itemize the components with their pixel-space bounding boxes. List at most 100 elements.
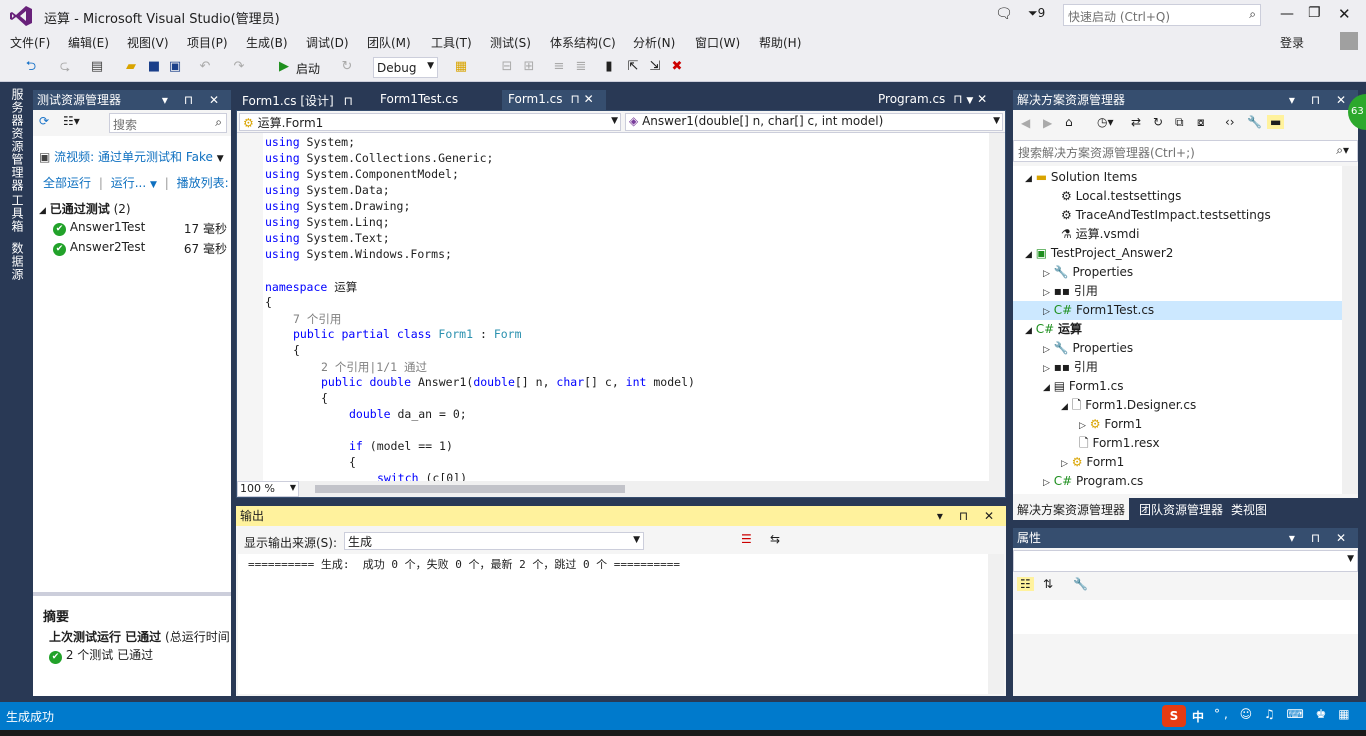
outdent-icon[interactable]: ≣	[572, 58, 590, 76]
show-all-icon[interactable]: ⧇	[1197, 115, 1205, 130]
tab-form1-active[interactable]: Form1.cs ⊓ ✕	[502, 90, 606, 110]
tab-class-view[interactable]: 类视图	[1227, 498, 1271, 520]
align-icon[interactable]: ⊟	[498, 58, 516, 76]
group-by-icon[interactable]: ☷▾	[63, 114, 80, 128]
tree-item[interactable]: ⚙ Local.testsettings	[1061, 187, 1181, 206]
menu-team[interactable]: 团队(M)	[367, 34, 411, 51]
pin-icon[interactable]: ⊓	[344, 94, 353, 108]
tab-team-explorer[interactable]: 团队资源管理器	[1135, 498, 1227, 520]
properties-object-select[interactable]: ▼	[1013, 550, 1358, 572]
tab-program[interactable]: Program.cs ⊓ ▼ ✕	[872, 90, 1004, 110]
chevron-down-icon[interactable]: ▼	[966, 96, 973, 106]
start-icon[interactable]: ▶	[275, 58, 293, 76]
align2-icon[interactable]: ⊞	[520, 58, 538, 76]
ime-logo-icon[interactable]: S	[1162, 705, 1186, 727]
notification-icon[interactable]: ⏷9	[1028, 6, 1045, 21]
pin-icon[interactable]: ⊓	[570, 92, 579, 106]
code-icon[interactable]: ‹›	[1225, 115, 1235, 129]
menu-build[interactable]: 生成(B)	[246, 34, 288, 51]
categorized-icon[interactable]: ☷	[1017, 577, 1034, 591]
refresh-icon[interactable]: ↻	[1153, 115, 1163, 129]
zoom-select[interactable]: 100 % ▼	[237, 481, 299, 497]
indent-icon[interactable]: ≡	[550, 58, 568, 76]
bookmark-next-icon[interactable]: ⇲	[646, 58, 664, 76]
save-icon[interactable]: ■	[145, 58, 163, 76]
menu-test[interactable]: 测试(S)	[490, 34, 531, 51]
ime-mode[interactable]: 中	[1192, 708, 1204, 725]
output-source-select[interactable]: 生成 ▼	[344, 532, 644, 550]
menu-edit[interactable]: 编辑(E)	[68, 34, 109, 51]
maximize-button[interactable]: ❐	[1308, 5, 1321, 21]
run-all-link[interactable]: 全部运行	[43, 176, 91, 190]
passed-group-header[interactable]: ◢ 已通过测试 (2)	[39, 200, 131, 217]
solution-search-input[interactable]: 搜索解决方案资源管理器(Ctrl+;) ⌕▾	[1013, 140, 1358, 162]
open-folder-icon[interactable]: ▰	[122, 58, 140, 76]
forward-icon[interactable]: ⮎	[56, 58, 74, 76]
codelens-references[interactable]: 7 个引用	[293, 311, 341, 327]
avatar[interactable]	[1340, 32, 1358, 50]
pin-icon[interactable]: ⊓	[953, 92, 962, 106]
start-button-label[interactable]: 启动	[296, 60, 320, 77]
output-scrollbar[interactable]	[988, 554, 1004, 694]
run-refresh-icon[interactable]: ⟳	[39, 114, 49, 128]
new-project-icon[interactable]: ▤	[88, 58, 106, 76]
code-area[interactable]: using System; using System.Collections.G…	[265, 133, 989, 481]
tab-solution-explorer[interactable]: 解决方案资源管理器	[1013, 498, 1130, 520]
menu-analyze[interactable]: 分析(N)	[633, 34, 675, 51]
undo-icon[interactable]: ↶	[196, 58, 214, 76]
menu-window[interactable]: 窗口(W)	[695, 34, 740, 51]
close-icon[interactable]: ✕	[584, 92, 594, 106]
toolbox-tab[interactable]: 工具箱	[6, 194, 26, 233]
redo-icon[interactable]: ↷	[230, 58, 248, 76]
menu-project[interactable]: 项目(P)	[187, 34, 228, 51]
tree-item[interactable]: ⚗ 运算.vsmdi	[1061, 225, 1139, 244]
forward-icon[interactable]: ▶	[1043, 116, 1052, 130]
login-link[interactable]: 登录	[1280, 34, 1304, 51]
horizontal-scroll-thumb[interactable]	[315, 485, 625, 493]
output-text-area[interactable]: ========== 生成: 成功 0 个，失败 0 个，最新 2 个，跳过 0…	[238, 554, 1004, 694]
tab-form1test[interactable]: Form1Test.cs	[374, 90, 494, 110]
member-dropdown[interactable]: ◈ Answer1(double[] n, char[] c, int mode…	[625, 113, 1003, 131]
vertical-scrollbar[interactable]	[989, 133, 1005, 481]
tree-item[interactable]: ◢ 🗋 Form1.Designer.cs	[1061, 396, 1196, 415]
tree-item[interactable]: ▷ ▪▪ 引用	[1043, 358, 1098, 377]
sync-icon[interactable]: ⇄	[1131, 115, 1141, 129]
bookmark-icon[interactable]: ▮	[600, 58, 618, 76]
panel-buttons[interactable]: ▾ ⊓ ✕	[1289, 90, 1352, 110]
tree-item[interactable]: ▷ 🔧 Properties	[1043, 263, 1133, 282]
ime-tray-icons[interactable]: °, ☺ ♫ ⌨ ♚ ▦	[1214, 707, 1354, 721]
test-row[interactable]: ✔ Answer2Test 67 毫秒	[53, 240, 229, 256]
bookmark-prev-icon[interactable]: ⇱	[624, 58, 642, 76]
codelens-references[interactable]: 2 个引用|1/1 通过	[321, 359, 427, 375]
collapse-icon[interactable]: ⧉	[1175, 115, 1184, 130]
feedback-icon[interactable]: 🗨	[995, 6, 1013, 22]
menu-architecture[interactable]: 体系结构(C)	[550, 34, 616, 51]
tree-item[interactable]: ⚙ TraceAndTestImpact.testsettings	[1061, 206, 1271, 225]
clear-all-icon[interactable]: ☰	[741, 532, 752, 546]
home-icon[interactable]: ⌂	[1065, 115, 1073, 129]
type-dropdown[interactable]: ⚙ 运算.Form1 ▼	[239, 113, 621, 131]
tree-item-selected[interactable]: ▷ C# Form1Test.cs	[1013, 301, 1342, 320]
menu-debug[interactable]: 调试(D)	[306, 34, 349, 51]
menu-file[interactable]: 文件(F)	[10, 34, 50, 51]
quick-launch-input[interactable]: 快速启动 (Ctrl+Q) ⌕	[1063, 4, 1261, 26]
playlist-link[interactable]: 播放列表:	[177, 176, 229, 190]
tree-item[interactable]: 🗋 Form1.resx	[1079, 434, 1160, 453]
alphabetical-icon[interactable]: ⇅	[1043, 577, 1053, 591]
tree-item[interactable]: ▷ ⚙ Form1	[1079, 415, 1142, 434]
panel-buttons[interactable]: ▾ ⊓ ✕	[1289, 528, 1352, 548]
tree-item[interactable]: ▷ ▪▪ 引用	[1043, 282, 1098, 301]
properties-wrench-icon[interactable]: 🔧	[1247, 115, 1262, 129]
data-sources-tab[interactable]: 数据源	[6, 242, 26, 281]
back-icon[interactable]: ◀	[1021, 116, 1030, 130]
tree-item[interactable]: ▷ ⚙ Form1	[1061, 453, 1124, 472]
bookmark-clear-icon[interactable]: ✖	[668, 58, 686, 76]
tree-item[interactable]: ▷ 🔧 Properties	[1043, 339, 1133, 358]
run-link[interactable]: 运行...	[111, 176, 146, 190]
tab-form1-design[interactable]: Form1.cs [设计] ⊓	[236, 90, 356, 110]
menu-view[interactable]: 视图(V)	[127, 34, 169, 51]
test-row[interactable]: ✔ Answer1Test 17 毫秒	[53, 220, 229, 236]
preview-icon[interactable]: ▬	[1267, 115, 1285, 129]
menu-help[interactable]: 帮助(H)	[759, 34, 801, 51]
tree-item[interactable]: ◢ ▣ TestProject_Answer2	[1025, 244, 1173, 263]
